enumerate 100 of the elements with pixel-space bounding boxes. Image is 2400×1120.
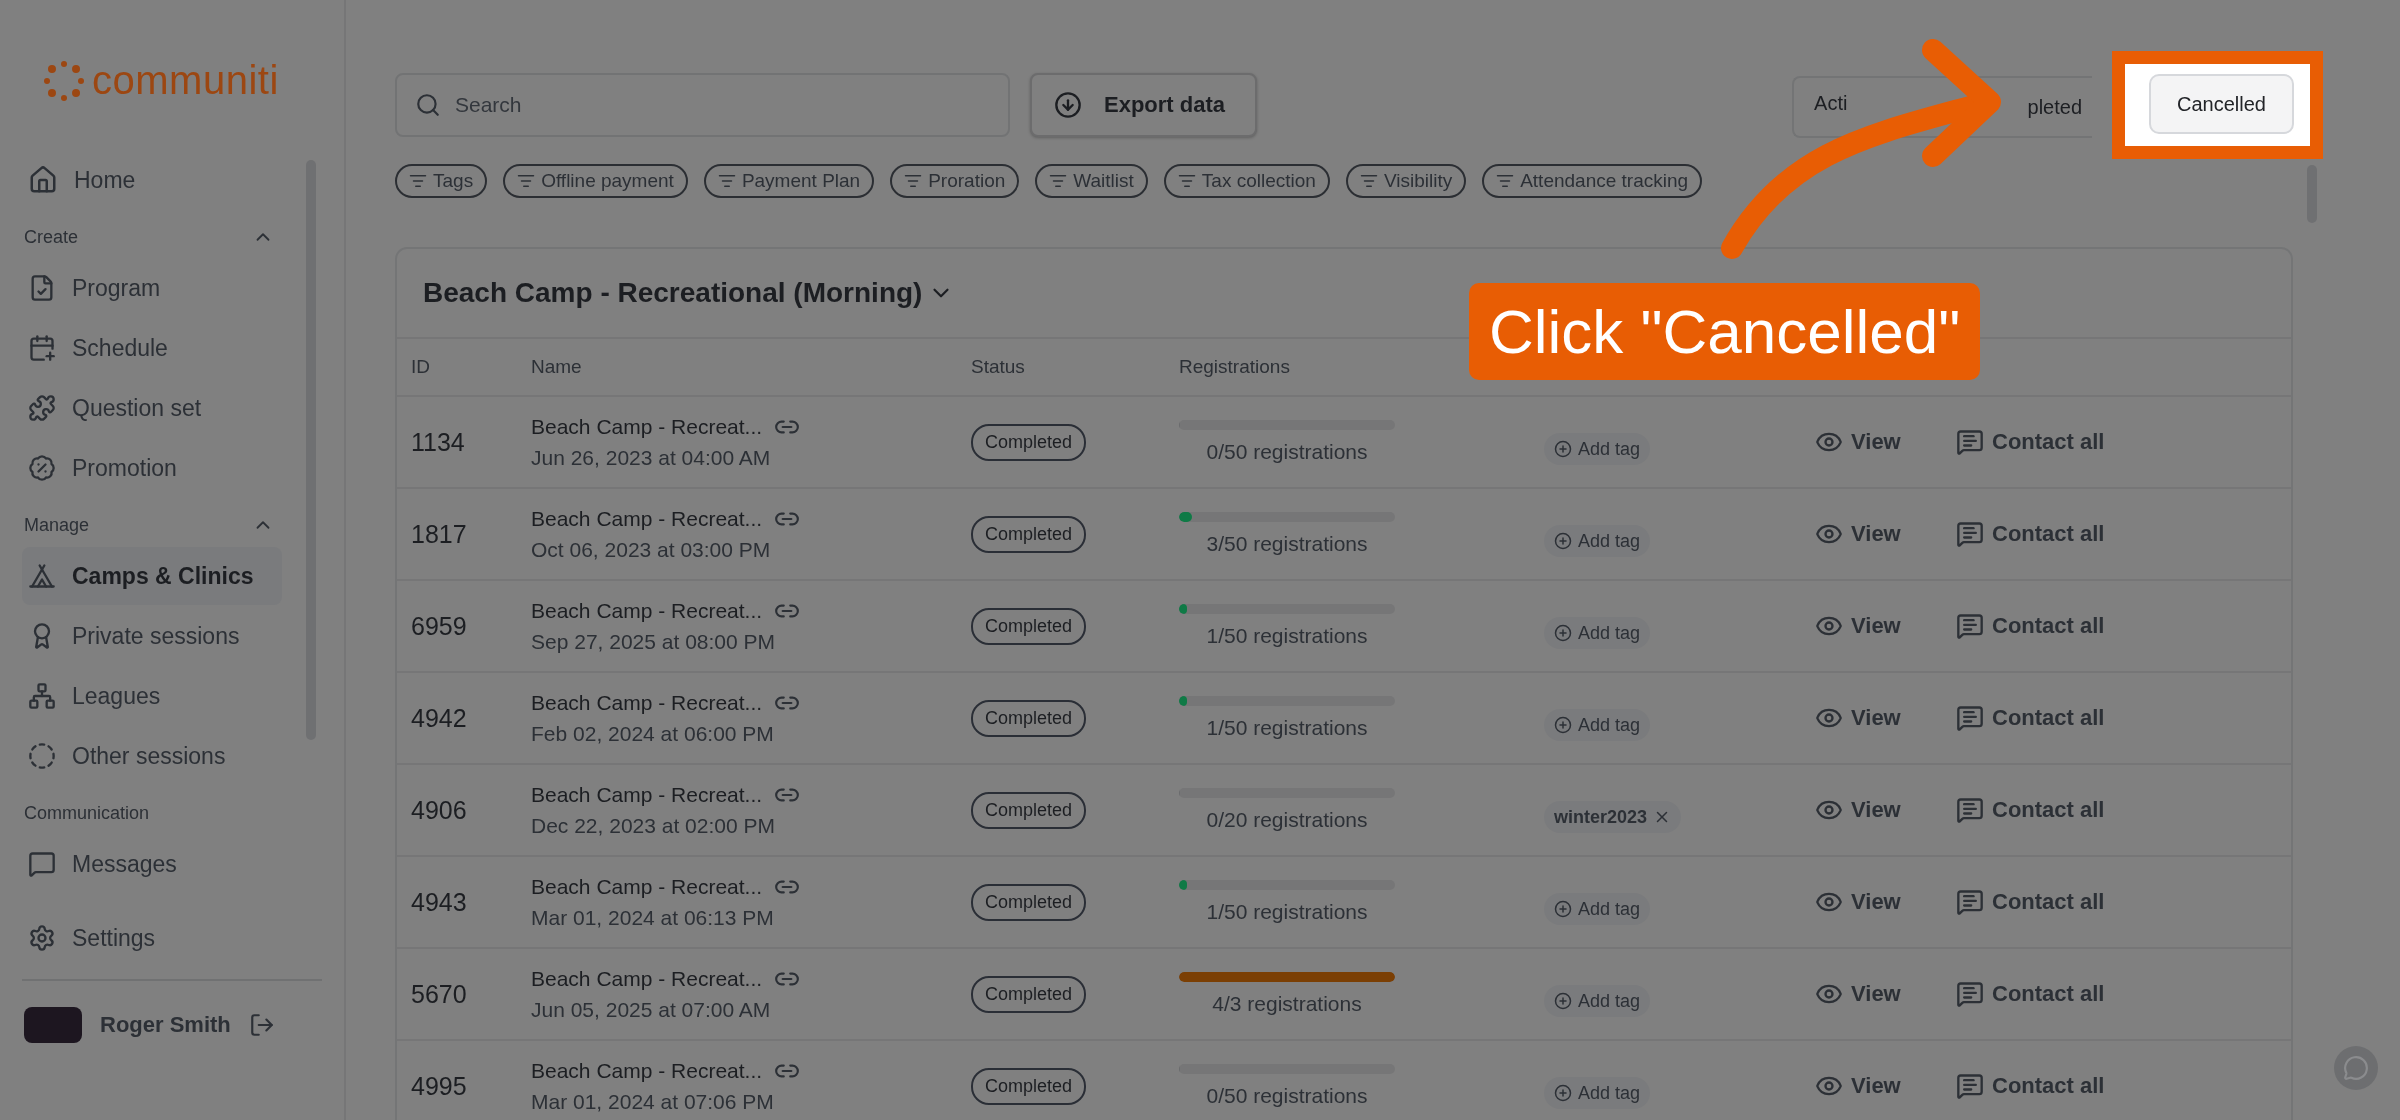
contact-button[interactable]: Contact all xyxy=(1956,612,2105,640)
program-date: Jun 05, 2025 at 07:00 AM xyxy=(531,998,772,1022)
program-name: Beach Camp - Recreat... xyxy=(531,691,763,715)
program-date: Feb 02, 2024 at 06:00 PM xyxy=(531,722,775,746)
program-name: Beach Camp - Recreat... xyxy=(531,875,763,899)
add-tag-button[interactable]: Add tag xyxy=(1544,709,1651,741)
add-tag-button[interactable]: Add tag xyxy=(1544,893,1651,925)
status-badge: Completed xyxy=(971,515,1087,553)
segment-tab[interactable]: Cancelled xyxy=(2149,74,2294,134)
section-title: Manage xyxy=(24,514,90,536)
add-tag-button[interactable]: Add tag xyxy=(1544,1077,1651,1109)
filter-chip[interactable]: Payment Plan xyxy=(703,164,875,198)
plus-icon xyxy=(1554,440,1572,458)
program-name: Beach Camp - Recreat... xyxy=(531,967,763,991)
section-title: Create xyxy=(24,226,79,248)
contact-button[interactable]: Contact all xyxy=(1956,520,2105,548)
status-badge: Completed xyxy=(971,1067,1087,1105)
message-icon xyxy=(1956,704,1984,732)
contact-button[interactable]: Contact all xyxy=(1956,428,2105,456)
id-cell-text: 4942 xyxy=(411,703,468,733)
nav-item[interactable]: Other sessions xyxy=(22,727,282,785)
program-date: Mar 01, 2024 at 07:06 PM xyxy=(531,1090,775,1114)
view-button[interactable]: View xyxy=(1815,612,1901,640)
column-header: Registrations xyxy=(1179,356,1291,378)
filter-chip[interactable]: Visibility xyxy=(1345,164,1467,198)
plus-icon xyxy=(1554,532,1572,550)
add-tag-button[interactable]: Add tag xyxy=(1544,617,1651,649)
plus-icon xyxy=(1554,992,1572,1010)
nav-icon xyxy=(28,742,56,770)
filter-icon xyxy=(517,172,536,190)
view-button[interactable]: View xyxy=(1815,1072,1901,1100)
contact-button[interactable]: Contact all xyxy=(1956,704,2105,732)
tag-label: winter2023 xyxy=(1554,806,1648,828)
view-button[interactable]: View xyxy=(1815,888,1901,916)
program-name: Beach Camp - Recreat... xyxy=(531,415,763,439)
filter-icon xyxy=(1177,172,1196,190)
status-badge: Completed xyxy=(971,883,1087,921)
contact-button[interactable]: Contact all xyxy=(1956,980,2105,1008)
logo-icon xyxy=(42,58,86,103)
plus-icon xyxy=(1554,1084,1572,1102)
add-tag-button[interactable]: Add tag xyxy=(1544,525,1651,557)
view-button[interactable]: View xyxy=(1815,980,1901,1008)
export-button[interactable]: Export data xyxy=(1030,73,1258,137)
nav-item[interactable]: Question set xyxy=(22,379,282,437)
message-icon xyxy=(1956,1072,1984,1100)
nav-item[interactable]: Program xyxy=(22,259,282,317)
filter-chip[interactable]: Waitlist xyxy=(1035,164,1148,198)
avatar-placeholder xyxy=(24,1007,82,1043)
download-icon xyxy=(1054,91,1082,119)
program-name: Beach Camp - Recreat... xyxy=(531,599,763,623)
id-cell-text: 1134 xyxy=(411,427,466,457)
nav-item[interactable]: Promotion xyxy=(22,439,282,497)
nav-item[interactable]: Messages xyxy=(22,835,282,893)
settings-icon xyxy=(28,924,56,952)
contact-button[interactable]: Contact all xyxy=(1956,888,2105,916)
nav-item[interactable]: Home xyxy=(22,151,282,209)
id-cell-text: 4906 xyxy=(411,795,468,825)
filter-chip[interactable]: Attendance tracking xyxy=(1482,164,1703,198)
add-tag-button[interactable]: Add tag xyxy=(1544,433,1651,465)
user-name: Roger Smith xyxy=(100,1012,231,1038)
view-button[interactable]: View xyxy=(1815,796,1901,824)
add-tag-button[interactable]: Add tag xyxy=(1544,985,1651,1017)
nav-item[interactable]: Private sessions xyxy=(22,607,282,665)
message-icon xyxy=(1956,796,1984,824)
nav-item[interactable]: Schedule xyxy=(22,319,282,377)
nav-item[interactable]: Leagues xyxy=(22,667,282,725)
segment-tab[interactable]: Acti xyxy=(1814,91,1848,115)
logout-icon xyxy=(248,1012,275,1038)
view-button[interactable]: View xyxy=(1815,428,1901,456)
search-field[interactable]: Search xyxy=(395,73,1010,137)
program-date: Mar 01, 2024 at 06:13 PM xyxy=(531,906,775,930)
contact-button[interactable]: Contact all xyxy=(1956,1072,2105,1100)
nav-icon xyxy=(28,682,56,710)
section-title: Communication xyxy=(24,802,150,824)
view-button[interactable]: View xyxy=(1815,520,1901,548)
nav-item[interactable]: Settings xyxy=(22,909,322,967)
chat-icon xyxy=(2343,1055,2369,1081)
filter-icon xyxy=(904,172,923,190)
filter-chip[interactable]: Tags xyxy=(395,164,488,198)
registrations-text: 0/50 registrations xyxy=(1206,1084,1368,1108)
filter-chip[interactable]: Proration xyxy=(890,164,1020,198)
filter-chip[interactable]: Offline payment xyxy=(503,164,688,198)
filter-chip[interactable]: Tax collection xyxy=(1163,164,1330,198)
registrations-text: 4/3 registrations xyxy=(1212,992,1362,1016)
plus-icon xyxy=(1554,900,1572,918)
segment-tab[interactable]: pleted xyxy=(2027,95,2083,119)
nav-item[interactable]: Camps & Clinics xyxy=(22,547,282,605)
registrations-text: 1/50 registrations xyxy=(1206,624,1368,648)
status-badge: Completed xyxy=(971,423,1087,461)
contact-button[interactable]: Contact all xyxy=(1956,796,2105,824)
id-cell-text: 5670 xyxy=(411,979,468,1009)
nav-icon xyxy=(28,334,56,362)
nav-icon xyxy=(28,850,56,878)
plus-icon xyxy=(1554,624,1572,642)
status-badge: Completed xyxy=(971,699,1087,737)
id-cell-text: 4995 xyxy=(411,1071,468,1101)
filter-icon xyxy=(1049,172,1068,190)
group-title[interactable]: Beach Camp - Recreational (Morning) xyxy=(397,249,981,337)
registrations-text: 0/20 registrations xyxy=(1206,808,1368,832)
view-button[interactable]: View xyxy=(1815,704,1901,732)
